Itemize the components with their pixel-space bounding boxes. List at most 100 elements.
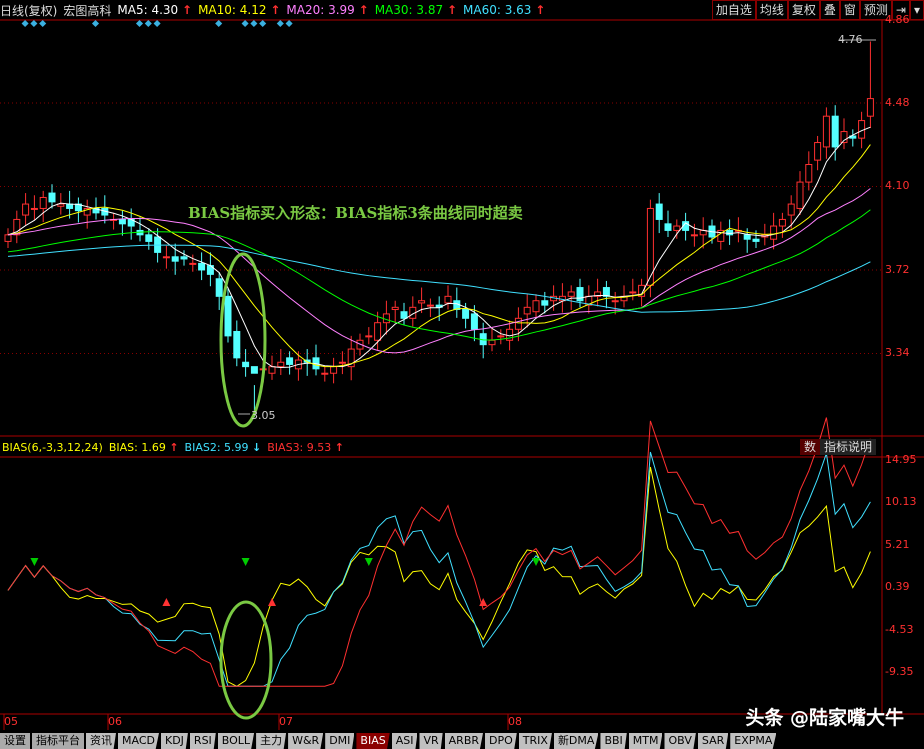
tab-asi[interactable]: ASI bbox=[391, 733, 418, 749]
bias2-value: BIAS2: 5.99 ↓ bbox=[184, 440, 262, 454]
bias12-line bbox=[7, 451, 871, 687]
ma5-line bbox=[7, 126, 871, 369]
candle bbox=[312, 344, 320, 376]
candle bbox=[717, 221, 725, 250]
candle bbox=[22, 193, 30, 226]
tab-dpo[interactable]: DPO bbox=[485, 733, 517, 749]
toolbar-button[interactable]: 叠 bbox=[819, 0, 840, 20]
candle bbox=[321, 366, 329, 382]
date-label: 07 bbox=[279, 715, 293, 728]
tab-w&r[interactable]: W&R bbox=[288, 733, 324, 749]
candle bbox=[13, 210, 21, 244]
tab-mtm[interactable]: MTM bbox=[628, 733, 663, 749]
toolbar-button[interactable]: 窗 bbox=[839, 0, 860, 20]
tab-macd[interactable]: MACD bbox=[118, 733, 159, 749]
bias3-value: BIAS3: 9.53 ↑ bbox=[267, 440, 344, 454]
candle bbox=[778, 212, 786, 238]
ma-value: MA30: 3.87 ↑ bbox=[374, 3, 457, 17]
toolbar-button[interactable]: 复权 bbox=[787, 0, 820, 20]
signal-diamond-icon bbox=[30, 19, 38, 28]
candle bbox=[682, 212, 690, 241]
tab-rsi[interactable]: RSI bbox=[189, 733, 216, 749]
tab-bbi[interactable]: BBI bbox=[600, 733, 627, 749]
candle bbox=[277, 349, 285, 375]
date-label: 05 bbox=[4, 715, 18, 728]
candle bbox=[286, 351, 294, 375]
tab-trix[interactable]: TRIX bbox=[518, 733, 552, 749]
candle bbox=[30, 195, 38, 221]
candle bbox=[242, 349, 250, 377]
tab-主力[interactable]: 主力 bbox=[256, 733, 287, 749]
candle bbox=[409, 296, 417, 327]
candle bbox=[215, 272, 223, 310]
tab-新dma[interactable]: 新DMA bbox=[553, 733, 599, 749]
candle bbox=[602, 280, 610, 309]
tab-expma[interactable]: EXPMA bbox=[730, 733, 777, 749]
candle bbox=[585, 285, 593, 314]
candle bbox=[118, 210, 126, 236]
bias-axis-label: 0.39 bbox=[885, 579, 910, 593]
candle bbox=[849, 129, 857, 147]
indicator-title: BIAS(6,-3,3,12,24) bbox=[2, 440, 103, 454]
period-label: 日线(复权) bbox=[0, 3, 58, 18]
tab-设置[interactable]: 设置 bbox=[0, 733, 30, 749]
candle bbox=[198, 252, 206, 281]
candle bbox=[594, 278, 602, 307]
candle bbox=[488, 327, 496, 352]
price-chart[interactable] bbox=[0, 0, 924, 749]
signal-diamond-icon bbox=[241, 19, 249, 28]
tab-bias[interactable]: BIAS bbox=[356, 733, 390, 749]
buy-arrow-icon bbox=[162, 598, 171, 606]
sell-arrow-icon bbox=[364, 558, 373, 566]
tab-vr[interactable]: VR bbox=[419, 733, 443, 749]
ma-value: MA10: 4.12 ↑ bbox=[198, 3, 281, 17]
candle bbox=[206, 252, 214, 287]
bias-axis-label: 10.13 bbox=[885, 495, 917, 509]
candle bbox=[655, 193, 663, 234]
candle bbox=[382, 300, 390, 335]
tab-资讯[interactable]: 资讯 bbox=[86, 733, 116, 749]
tab-指标平台[interactable]: 指标平台 bbox=[32, 733, 84, 749]
bias-axis-label: -9.35 bbox=[885, 664, 914, 678]
candle bbox=[224, 287, 232, 343]
signal-diamond-icon bbox=[39, 19, 47, 28]
low-price-mark: 3.05 bbox=[251, 409, 276, 422]
candle bbox=[233, 320, 241, 367]
ma-value: MA60: 3.63 ↑ bbox=[463, 3, 546, 17]
tab-kdj[interactable]: KDJ bbox=[160, 733, 188, 749]
tab-sar[interactable]: SAR bbox=[697, 733, 729, 749]
candle bbox=[338, 351, 346, 375]
signal-diamond-icon bbox=[144, 19, 152, 28]
signal-diamond-icon bbox=[21, 19, 29, 28]
tab-boll[interactable]: BOLL bbox=[217, 733, 255, 749]
signal-diamond-icon bbox=[135, 19, 144, 28]
indicator-header: BIAS(6,-3,3,12,24) BIAS: 1.69 ↑ BIAS2: 5… bbox=[0, 437, 924, 457]
candle bbox=[532, 294, 540, 319]
data-button[interactable]: 数 bbox=[799, 439, 820, 455]
buy-arrow-icon bbox=[268, 598, 276, 606]
stock-name: 宏图高科 bbox=[63, 3, 112, 18]
highlight-ellipse bbox=[219, 600, 273, 720]
indicator-help-button[interactable]: 指标说明 bbox=[819, 439, 876, 455]
toolbar-button[interactable]: 均线 bbox=[755, 0, 788, 20]
bias-axis-label: 14.95 bbox=[885, 453, 917, 466]
tab-dmi[interactable]: DMI bbox=[325, 733, 355, 749]
candle bbox=[48, 184, 56, 209]
signal-diamond-icon bbox=[259, 19, 267, 28]
toolbar-button[interactable]: ▾ bbox=[909, 0, 924, 20]
candle bbox=[814, 135, 822, 171]
candle bbox=[805, 151, 813, 191]
tab-obv[interactable]: OBV bbox=[664, 733, 696, 749]
candle bbox=[558, 283, 566, 313]
price-axis-label: 4.86 bbox=[885, 12, 910, 26]
candle bbox=[673, 219, 681, 239]
candle bbox=[453, 287, 461, 318]
tab-arbr[interactable]: ARBR bbox=[444, 733, 484, 749]
indicator-tabs: 设置 指标平台 资讯 MACD KDJ RSI BOLL 主力 W&R DMI BIAS ASI VR A… bbox=[0, 733, 778, 749]
candle bbox=[611, 291, 619, 315]
signal-diamond-icon bbox=[285, 19, 293, 28]
sell-arrow-icon bbox=[241, 558, 250, 566]
toolbar-button[interactable]: 加自选 bbox=[711, 0, 756, 20]
price-axis-label: 3.34 bbox=[885, 346, 910, 360]
candle bbox=[444, 285, 452, 310]
